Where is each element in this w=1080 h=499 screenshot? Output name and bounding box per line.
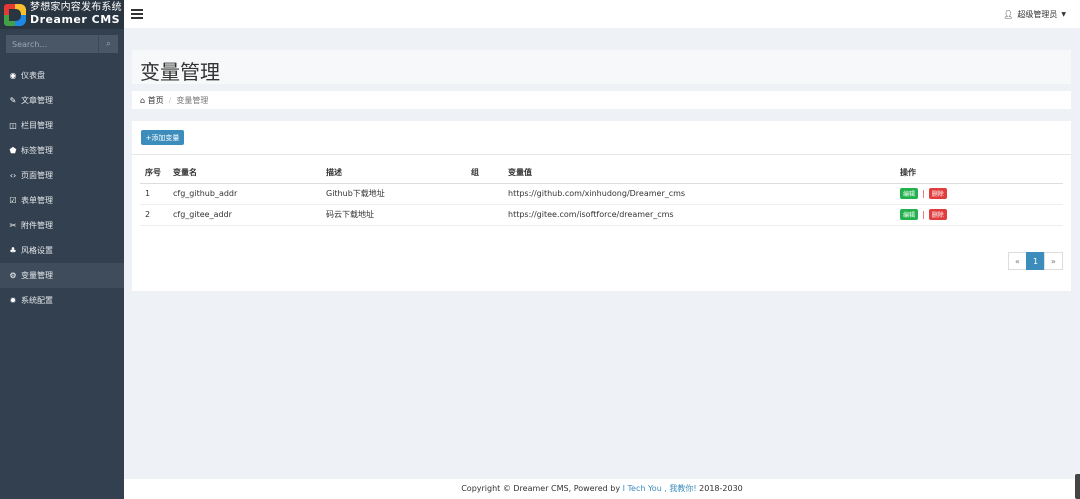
sidebar-item-articles[interactable]: ✎ 文章管理: [0, 88, 124, 113]
cell-description: Github下载地址: [321, 183, 466, 205]
sidebar-item-variables[interactable]: ⚙ 变量管理: [0, 263, 124, 288]
variables-panel: +添加变量 序号 变量名 描述 组 变量值 操作 1 cfg_github_ad…: [132, 121, 1071, 291]
footer-copyright: Copyright © Dreamer CMS, Powered by: [461, 484, 623, 493]
sidebar-item-categories[interactable]: ◫ 栏目管理: [0, 113, 124, 138]
breadcrumb-separator: /: [168, 95, 172, 105]
cell-no: 2: [140, 204, 168, 226]
column-header-no: 序号: [140, 163, 168, 184]
search-icon[interactable]: ⌕: [98, 35, 118, 53]
caret-down-icon: ▼: [1061, 11, 1066, 18]
menu-toggle-icon[interactable]: [131, 9, 143, 19]
cell-name: cfg_github_addr: [168, 183, 321, 205]
footer-link[interactable]: I Tech You , 我教你!: [623, 484, 697, 493]
sidebar-item-attachments[interactable]: ✂ 附件管理: [0, 213, 124, 238]
action-separator: |: [922, 210, 925, 219]
footer: Copyright © Dreamer CMS, Powered by I Te…: [124, 479, 1080, 499]
logo: [4, 3, 26, 26]
pagination-prev[interactable]: «: [1008, 252, 1027, 270]
page-header: 变量管理: [132, 50, 1071, 84]
dashboard-icon: ◉: [9, 71, 17, 80]
brand[interactable]: 梦想家内容发布系统 Dreamer CMS: [0, 0, 124, 29]
sidebar: 梦想家内容发布系统 Dreamer CMS ⌕ ◉ 仪表盘 ✎ 文章管理 ◫ 栏…: [0, 0, 124, 499]
sidebar-item-themes[interactable]: ♣ 风格设置: [0, 238, 124, 263]
tags-icon: ⬟: [9, 146, 17, 155]
pagination-next[interactable]: »: [1044, 252, 1063, 270]
sidebar-item-settings[interactable]: ✹ 系统配置: [0, 288, 124, 313]
columns-icon: ◫: [9, 121, 17, 130]
column-header-actions: 操作: [895, 163, 1063, 184]
scroll-handle[interactable]: [1075, 474, 1080, 499]
gear-icon: ✹: [9, 296, 17, 305]
user-menu[interactable]: 👤︎ 超级管理员 ▼: [1003, 9, 1066, 20]
code-icon: ‹›: [9, 171, 17, 180]
sidebar-item-label: 表单管理: [21, 196, 53, 205]
add-variable-button[interactable]: +添加变量: [141, 130, 184, 145]
search-input[interactable]: [6, 35, 98, 53]
table-row: 2 cfg_gitee_addr 码云下载地址 https://gitee.co…: [140, 204, 1063, 226]
sidebar-item-label: 页面管理: [21, 171, 53, 180]
cell-value: https://gitee.com/isoftforce/dreamer_cms: [503, 204, 895, 226]
cell-value: https://github.com/xinhudong/Dreamer_cms: [503, 183, 895, 205]
column-header-value: 变量值: [503, 163, 895, 184]
sidebar-item-label: 栏目管理: [21, 121, 53, 130]
sidebar-item-label: 附件管理: [21, 221, 53, 230]
column-header-description: 描述: [321, 163, 466, 184]
home-icon: ⌂: [140, 95, 146, 105]
breadcrumb-home[interactable]: ⌂ 首页: [140, 95, 164, 106]
cell-group: [466, 204, 503, 226]
sidebar-item-tags[interactable]: ⬟ 标签管理: [0, 138, 124, 163]
edit-button[interactable]: 编辑: [900, 209, 919, 220]
user-icon: 👤︎: [1003, 10, 1014, 19]
top-navbar: 👤︎ 超级管理员 ▼: [124, 0, 1080, 28]
sidebar-item-label: 仪表盘: [21, 71, 45, 80]
sidebar-item-forms[interactable]: ☑ 表单管理: [0, 188, 124, 213]
cell-no: 1: [140, 183, 168, 205]
delete-button[interactable]: 删除: [928, 209, 947, 220]
delete-button[interactable]: 删除: [928, 188, 947, 199]
divider: [132, 154, 1071, 155]
pagination-page-1[interactable]: 1: [1026, 252, 1045, 270]
edit-icon: ✎: [9, 96, 17, 105]
sidebar-item-label: 标签管理: [21, 146, 53, 155]
user-name: 超级管理员: [1017, 10, 1058, 19]
cell-actions: 编辑 | 删除: [895, 183, 1063, 205]
sidebar-item-dashboard[interactable]: ◉ 仪表盘: [0, 63, 124, 88]
cell-name: cfg_gitee_addr: [168, 204, 321, 226]
pagination: « 1 »: [1008, 252, 1063, 270]
column-header-group: 组: [466, 163, 503, 184]
footer-years: 2018-2030: [696, 484, 743, 493]
page-title: 变量管理: [140, 60, 220, 84]
edit-button[interactable]: 编辑: [900, 188, 919, 199]
sidebar-item-label: 变量管理: [21, 271, 53, 280]
sidebar-item-label: 风格设置: [21, 246, 53, 255]
table-header-row: 序号 变量名 描述 组 变量值 操作: [140, 163, 1063, 184]
sidebar-item-pages[interactable]: ‹› 页面管理: [0, 163, 124, 188]
action-separator: |: [922, 189, 925, 198]
brand-title-en: Dreamer CMS: [30, 12, 121, 26]
cell-actions: 编辑 | 删除: [895, 204, 1063, 226]
breadcrumb: ⌂ 首页 / 变量管理: [132, 91, 1071, 109]
puzzle-icon: ♣: [9, 246, 17, 255]
table-row: 1 cfg_github_addr Github下载地址 https://git…: [140, 183, 1063, 205]
cell-description: 码云下载地址: [321, 204, 466, 226]
sidebar-item-label: 文章管理: [21, 96, 53, 105]
sidebar-search: ⌕: [6, 35, 118, 53]
sidebar-item-label: 系统配置: [21, 296, 53, 305]
variables-table: 序号 变量名 描述 组 变量值 操作 1 cfg_github_addr Git…: [140, 163, 1063, 226]
breadcrumb-current: 变量管理: [176, 95, 209, 105]
sidebar-menu: ◉ 仪表盘 ✎ 文章管理 ◫ 栏目管理 ⬟ 标签管理 ‹› 页面管理 ☑ 表单管…: [0, 63, 124, 313]
check-square-icon: ☑: [9, 196, 17, 205]
column-header-name: 变量名: [168, 163, 321, 184]
cogs-icon: ⚙: [9, 271, 17, 280]
cell-group: [466, 183, 503, 205]
paperclip-icon: ✂: [9, 221, 17, 230]
